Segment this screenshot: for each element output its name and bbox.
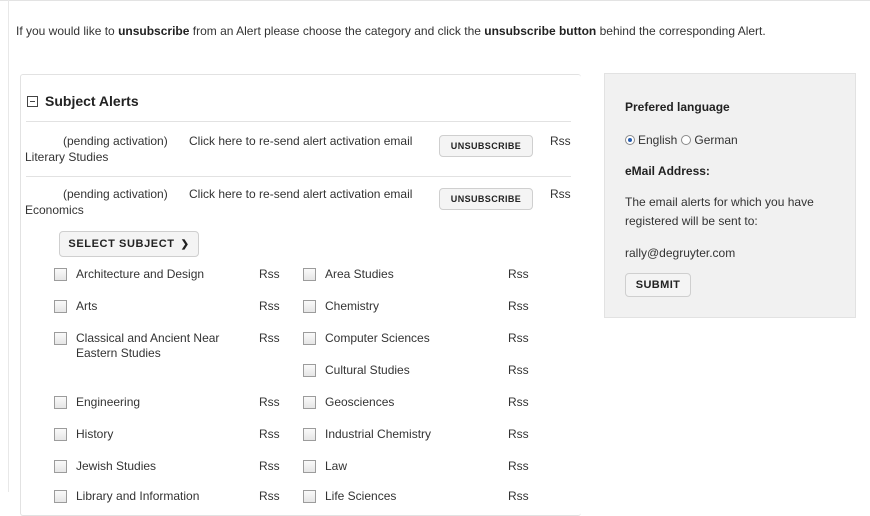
alert-category: Literary Studies [25, 150, 109, 164]
subject-label: Life Sciences [325, 489, 397, 503]
subject-item[interactable]: Area Studies [303, 267, 394, 282]
email-description: The email alerts for which you have regi… [625, 195, 814, 228]
rss-link[interactable]: Rss [550, 187, 571, 201]
rss-link[interactable]: Rss [508, 331, 529, 345]
email-address: rally@degruyter.com [625, 246, 736, 260]
subject-label: Area Studies [325, 267, 394, 281]
subject-checkbox[interactable] [303, 300, 316, 313]
submit-button[interactable]: SUBMIT [625, 273, 691, 297]
subject-item[interactable]: Engineering [54, 395, 140, 410]
rss-link[interactable]: Rss [508, 489, 529, 503]
subject-checkbox[interactable] [54, 396, 67, 409]
subject-checkbox[interactable] [54, 268, 67, 281]
subject-item[interactable]: Life Sciences [303, 489, 396, 504]
subject-label: Geosciences [325, 395, 395, 409]
subject-checkbox[interactable] [303, 428, 316, 441]
alert-status: (pending activation) [63, 187, 168, 201]
panel-title: Subject Alerts [45, 93, 139, 109]
subject-item[interactable]: Computer Sciences [303, 331, 430, 346]
alert-row: (pending activation) Click here to re-se… [25, 178, 585, 224]
subject-label: Computer Sciences [325, 331, 430, 345]
subject-label: Jewish Studies [76, 459, 157, 473]
language-heading: Prefered language [625, 100, 730, 114]
subject-label: Law [325, 459, 348, 473]
chevron-down-icon: ❯ [180, 238, 190, 250]
unsubscribe-button[interactable]: UNSUBSCRIBE [439, 188, 533, 210]
subject-checkbox[interactable] [303, 268, 316, 281]
subject-alerts-header[interactable]: Subject Alerts [27, 93, 139, 109]
rss-link[interactable]: Rss [259, 489, 280, 503]
subject-item[interactable]: Geosciences [303, 395, 394, 410]
subject-item[interactable]: Classical and Ancient Near Eastern Studi… [54, 331, 244, 361]
rss-link[interactable]: Rss [508, 427, 529, 441]
subject-label: Architecture and Design [76, 267, 205, 281]
divider [26, 121, 571, 122]
subject-item[interactable]: Cultural Studies [303, 363, 410, 378]
rss-link[interactable]: Rss [259, 267, 280, 281]
subject-item[interactable]: History [54, 427, 113, 442]
subject-label: Engineering [76, 395, 141, 409]
rss-link[interactable]: Rss [508, 363, 529, 377]
radio-english[interactable] [625, 135, 635, 145]
alert-row: (pending activation) Click here to re-se… [25, 125, 585, 171]
rss-link[interactable]: Rss [508, 395, 529, 409]
subject-label: Classical and Ancient Near Eastern Studi… [76, 331, 220, 360]
radio-english-label[interactable]: English [638, 133, 677, 147]
subject-alerts-panel: Subject Alerts (pending activation) Clic… [20, 74, 581, 516]
subject-label: Chemistry [325, 299, 380, 313]
resend-activation-link[interactable]: Click here to re-send alert activation e… [189, 187, 412, 201]
rss-link[interactable]: Rss [259, 331, 280, 345]
unsubscribe-button[interactable]: UNSUBSCRIBE [439, 135, 533, 157]
select-subject-label: SELECT SUBJECT [68, 238, 175, 250]
intro-text-part: If you would like to [16, 24, 119, 38]
subject-checkbox[interactable] [54, 428, 67, 441]
resend-activation-link[interactable]: Click here to re-send alert activation e… [189, 134, 412, 148]
subject-checkbox[interactable] [303, 460, 316, 473]
subject-checkbox[interactable] [303, 396, 316, 409]
subject-label: Library and Information [76, 489, 200, 503]
top-border [0, 0, 870, 1]
subject-checkbox[interactable] [54, 460, 67, 473]
radio-german[interactable] [681, 135, 692, 145]
subject-checkbox[interactable] [303, 364, 316, 377]
subject-checkbox[interactable] [54, 332, 67, 345]
subject-item[interactable]: Arts [54, 299, 97, 314]
language-radio-group: English German [625, 133, 738, 147]
intro-text-part: behind the corresponding Alert. [596, 24, 766, 38]
divider [26, 176, 571, 177]
rss-link[interactable]: Rss [508, 267, 529, 281]
alert-status: (pending activation) [63, 134, 168, 148]
subject-item[interactable]: Chemistry [303, 299, 379, 314]
alert-category: Economics [25, 203, 84, 217]
rss-link[interactable]: Rss [259, 395, 280, 409]
intro-text-part: from an Alert please choose the category… [189, 24, 485, 38]
intro-text: If you would like to unsubscribe from an… [16, 24, 766, 38]
rss-link[interactable]: Rss [259, 299, 280, 313]
intro-bold-unsubscribe: unsubscribe [118, 24, 190, 38]
subject-item[interactable]: Library and Information [54, 489, 199, 504]
intro-bold-unsubscribe-button: unsubscribe button [484, 24, 597, 38]
email-heading: eMail Address: [625, 164, 710, 178]
subject-item[interactable]: Jewish Studies [54, 459, 156, 474]
subject-checkbox[interactable] [303, 332, 316, 345]
subject-label: Industrial Chemistry [325, 427, 432, 441]
rss-link[interactable]: Rss [259, 427, 280, 441]
subject-checkbox[interactable] [54, 300, 67, 313]
rss-link[interactable]: Rss [508, 459, 529, 473]
collapse-icon[interactable] [27, 95, 38, 107]
rss-link[interactable]: Rss [259, 459, 280, 473]
left-border [8, 0, 9, 492]
rss-link[interactable]: Rss [508, 299, 529, 313]
radio-german-label[interactable]: German [694, 133, 737, 147]
subject-item[interactable]: Industrial Chemistry [303, 427, 431, 442]
subject-item[interactable]: Law [303, 459, 347, 474]
preferences-sidebar: Prefered language English German eMail A… [604, 73, 856, 318]
subject-label: Arts [76, 299, 98, 313]
subject-label: History [76, 427, 114, 441]
select-subject-button[interactable]: SELECT SUBJECT ❯ [59, 231, 199, 257]
subject-label: Cultural Studies [325, 363, 410, 377]
rss-link[interactable]: Rss [550, 134, 571, 148]
subject-item[interactable]: Architecture and Design [54, 267, 204, 282]
